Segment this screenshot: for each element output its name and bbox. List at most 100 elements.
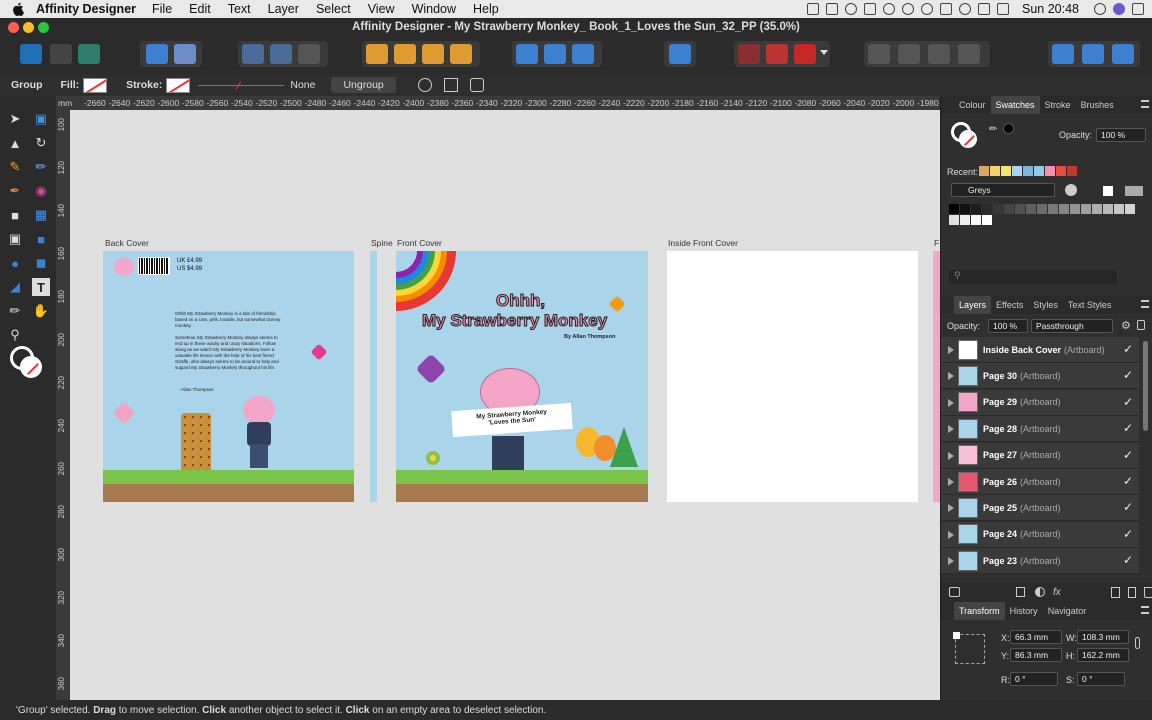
pen-tool-icon[interactable]: ✎ [6, 158, 24, 176]
align-icon[interactable] [669, 44, 691, 64]
tab-styles[interactable]: Styles [1028, 300, 1063, 310]
visibility-checkbox[interactable]: ✓ [1123, 395, 1133, 409]
slider-handle[interactable] [236, 80, 242, 90]
reset-rotation-icon[interactable] [469, 78, 484, 92]
expand-triangle-icon[interactable] [948, 451, 954, 460]
text-tool-icon[interactable]: T [32, 278, 50, 296]
tab-colour[interactable]: Colour [954, 100, 991, 110]
flip-vertical-icon[interactable] [544, 44, 566, 64]
menu-view[interactable]: View [368, 2, 395, 16]
move-to-back-icon[interactable] [366, 44, 388, 64]
grey-swatch[interactable] [1026, 204, 1036, 214]
app-name-menu[interactable]: Affinity Designer [36, 2, 136, 16]
menu-file[interactable]: File [152, 2, 172, 16]
menu-select[interactable]: Select [316, 2, 351, 16]
tab-text-styles[interactable]: Text Styles [1063, 300, 1117, 310]
move-to-front-icon[interactable] [450, 44, 472, 64]
creative-cloud-icon[interactable] [845, 3, 857, 15]
constrain-proportions-icon[interactable] [1135, 637, 1140, 649]
move-forward-one-icon[interactable] [422, 44, 444, 64]
visibility-checkbox[interactable]: ✓ [1123, 342, 1133, 356]
layer-row[interactable]: Page 25 (Artboard) ✓ [941, 495, 1139, 522]
recent-swatch[interactable] [979, 166, 989, 176]
zoom-window-icon[interactable] [38, 22, 49, 33]
layer-row[interactable]: Inside Back Cover (Artboard) ✓ [941, 337, 1139, 363]
expand-triangle-icon[interactable] [948, 372, 954, 381]
recent-swatch[interactable] [1045, 166, 1055, 176]
expand-triangle-icon[interactable] [948, 425, 954, 434]
expand-triangle-icon[interactable] [948, 504, 954, 513]
none-swatch[interactable] [1103, 186, 1113, 196]
grey-swatch[interactable] [971, 204, 981, 214]
wifi-icon[interactable] [959, 3, 971, 15]
rectangle-tool-icon[interactable]: ■ [32, 230, 50, 248]
transform-origin-icon[interactable] [417, 78, 432, 92]
tab-brushes[interactable]: Brushes [1076, 100, 1119, 110]
grey-swatch[interactable] [1037, 204, 1047, 214]
time-machine-icon[interactable] [921, 3, 933, 15]
insert-behind-icon[interactable] [1082, 44, 1104, 64]
grey-swatch[interactable] [1070, 204, 1080, 214]
layer-row[interactable]: Page 30 (Artboard) ✓ [941, 363, 1139, 390]
layer-row[interactable]: Page 23 (Artboard) ✓ [941, 548, 1139, 575]
transparency-tool-icon[interactable]: ■ [6, 206, 24, 224]
grey-swatch[interactable] [1125, 204, 1135, 214]
artboard-spine[interactable] [370, 251, 377, 502]
add-boolean-icon[interactable] [868, 44, 890, 64]
stroke-swatch[interactable] [166, 77, 191, 93]
menu-edit[interactable]: Edit [189, 2, 211, 16]
expand-triangle-icon[interactable] [948, 346, 954, 354]
grey-swatch[interactable] [971, 215, 981, 225]
blend-mode-dropdown[interactable]: Passthrough [1031, 319, 1113, 333]
grey-swatch[interactable] [1092, 204, 1102, 214]
transform-x-field[interactable]: 66.3 mm [1010, 630, 1062, 644]
isolate-icon[interactable] [242, 44, 264, 64]
move-tool-icon[interactable]: ➤ [6, 110, 24, 128]
apple-menu-icon[interactable] [12, 1, 28, 17]
show-rotation-icon[interactable] [443, 78, 458, 92]
layers-scrollbar[interactable] [1143, 341, 1148, 431]
grey-swatch[interactable] [1103, 204, 1113, 214]
grey-swatch[interactable] [1081, 204, 1091, 214]
artboard-front-cover[interactable]: Ohhh, My Strawberry Monkey By Allan Thom… [396, 251, 648, 502]
delete-layer-icon[interactable] [1144, 586, 1152, 598]
transform-panel-menu-icon[interactable] [1141, 606, 1149, 614]
transform-h-field[interactable]: 162.2 mm [1077, 648, 1129, 662]
fill-swatch[interactable] [83, 77, 108, 93]
tab-history[interactable]: History [1005, 606, 1043, 616]
fill-stroke-selector[interactable] [10, 346, 46, 380]
artboard-label-spine[interactable]: Spine [371, 238, 393, 248]
layer-row[interactable]: Page 29 (Artboard) ✓ [941, 389, 1139, 416]
vertical-ruler[interactable]: 100 120 140 160 180 200 220 240 260 280 300 320 340 3… [56, 110, 70, 700]
layer-row[interactable]: Page 27 (Artboard) ✓ [941, 442, 1139, 469]
status-circle-icon[interactable] [883, 3, 895, 15]
recent-swatch[interactable] [1012, 166, 1022, 176]
add-layer-icon[interactable] [1110, 586, 1120, 598]
panel-menu-icon[interactable] [1141, 100, 1149, 108]
divide-boolean-icon[interactable] [958, 44, 980, 64]
current-color-dot[interactable] [1003, 123, 1014, 134]
canvas[interactable]: Back Cover UK £4.99 US $4.99 Ohhh My Str… [70, 110, 940, 700]
artboard-tool-icon[interactable]: ▣ [32, 110, 50, 128]
dropbox-icon[interactable] [807, 3, 819, 15]
recent-swatch[interactable] [1067, 166, 1077, 176]
ellipse-tool-icon[interactable]: ● [6, 254, 24, 272]
visibility-checkbox[interactable]: ✓ [1123, 474, 1133, 488]
flag-icon[interactable] [997, 3, 1009, 15]
hand-tool-icon[interactable]: ✋ [32, 302, 50, 320]
visibility-checkbox[interactable]: ✓ [1123, 421, 1133, 435]
layers-stack-icon[interactable] [949, 587, 960, 597]
tab-swatches[interactable]: Swatches [990, 96, 1040, 114]
clip-icon[interactable] [298, 44, 320, 64]
grey-swatch[interactable] [960, 204, 970, 214]
insert-inside-icon[interactable] [1052, 44, 1074, 64]
grey-swatch[interactable] [1059, 204, 1069, 214]
transform-w-field[interactable]: 108.3 mm [1077, 630, 1129, 644]
expand-triangle-icon[interactable] [948, 398, 954, 407]
recent-swatch[interactable] [1034, 166, 1044, 176]
layers-panel-menu-icon[interactable] [1141, 300, 1149, 308]
layer-row[interactable]: Page 26 (Artboard) ✓ [941, 469, 1139, 495]
visibility-checkbox[interactable]: ✓ [1123, 553, 1133, 567]
grey-swatch[interactable] [1048, 204, 1058, 214]
layers-opacity-field[interactable]: 100 % [988, 319, 1028, 333]
